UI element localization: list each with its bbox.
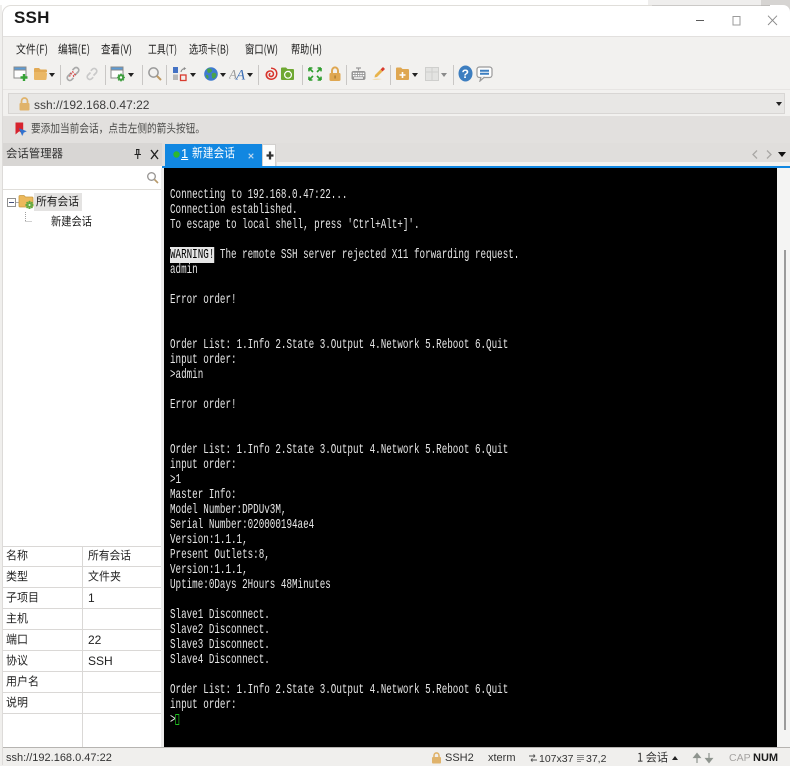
svg-text:?: ? [462,67,469,81]
svg-text:A: A [235,68,246,83]
